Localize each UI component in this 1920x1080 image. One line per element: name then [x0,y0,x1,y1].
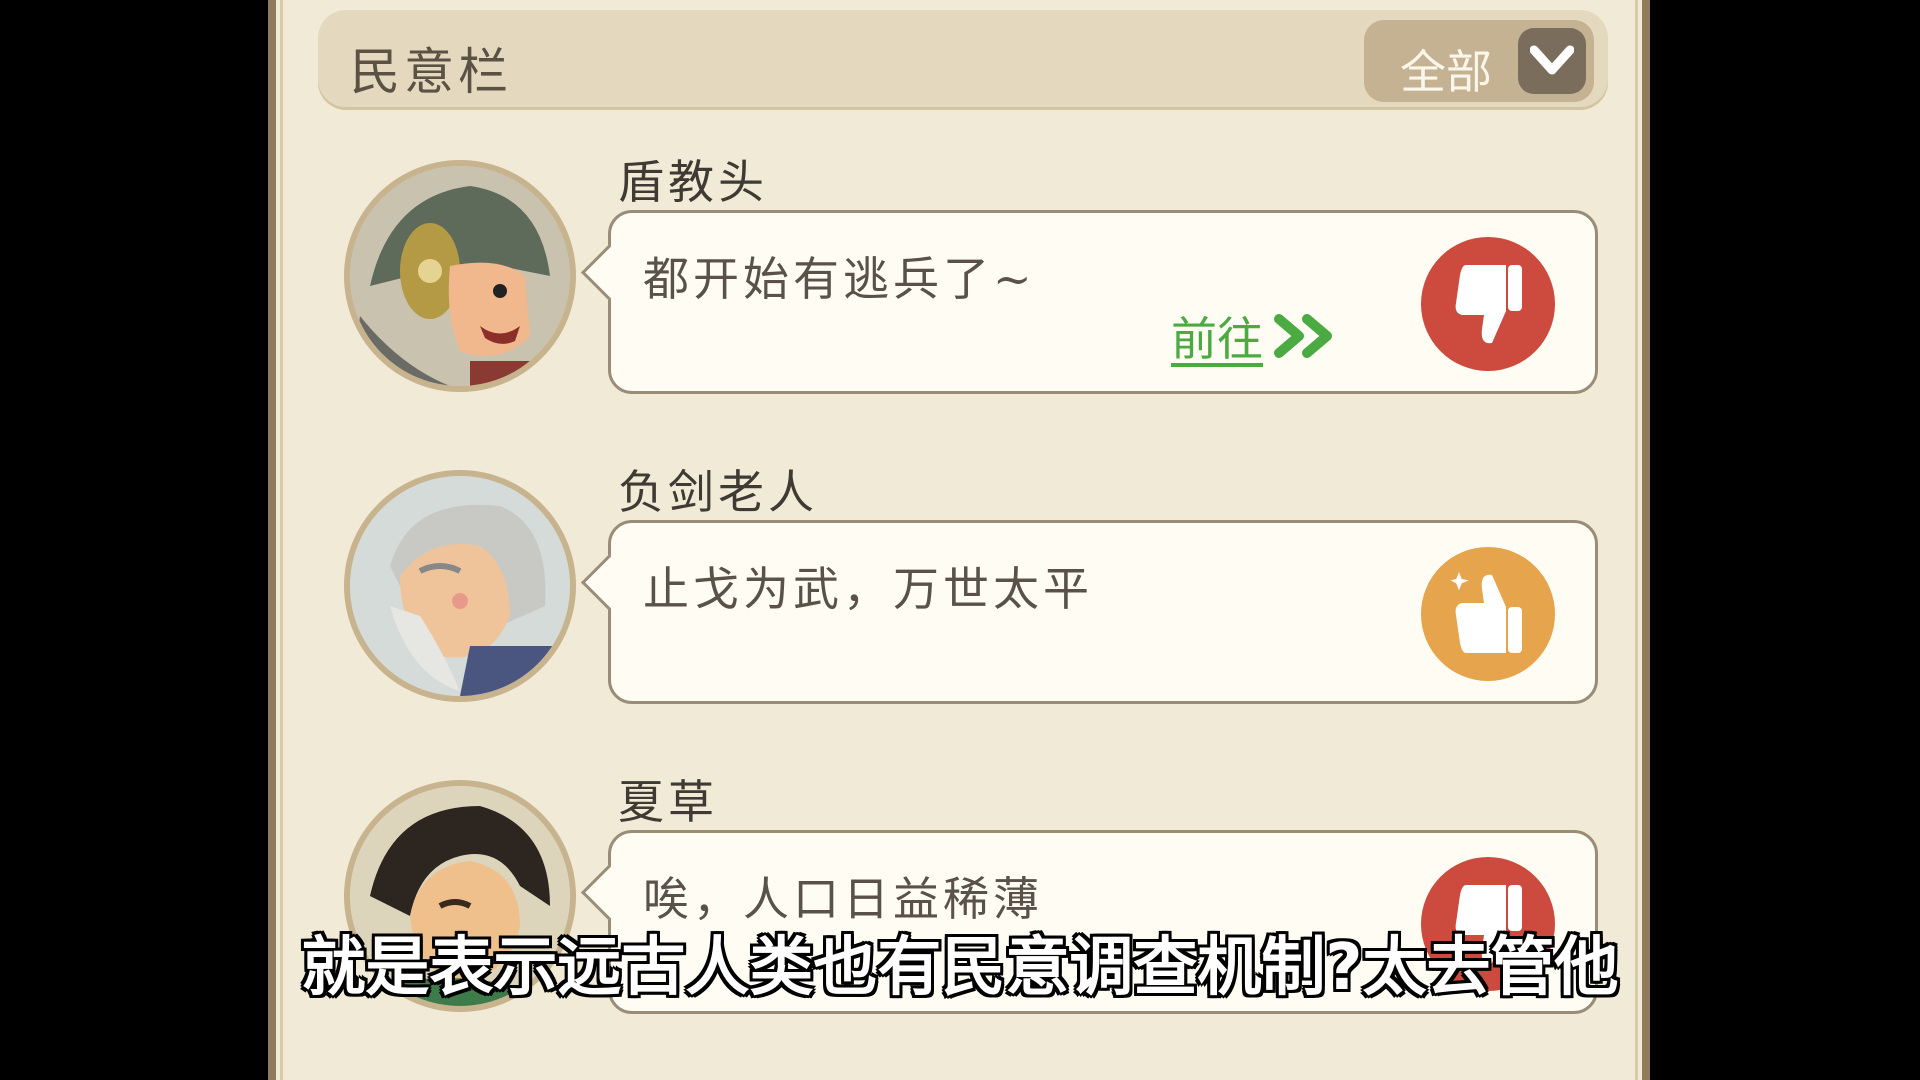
thumbs-down-icon [1455,265,1522,344]
speaker-name: 负剑老人 [618,465,818,519]
avatar[interactable] [344,160,576,392]
video-subtitle: 就是表示远古人类也有民意调查机制?太去管他 [301,931,1619,1005]
filter-label: 全部 [1400,45,1492,99]
speech-bubble: 止戈为武，万世太平 [580,520,1598,704]
old-swordsman-portrait-icon [350,476,570,696]
opinion-entry: 盾教头 都开始有逃兵了~ 前往 [276,150,1658,450]
message-text: 止戈为武，万世太平 [643,562,1093,616]
speaker-name: 盾教头 [618,155,768,209]
panel-header: 民意栏 全部 [318,10,1608,110]
avatar[interactable] [344,470,576,702]
thumbs-up-button[interactable] [1421,547,1555,681]
thumbs-up-icon [1450,572,1522,653]
goto-label[interactable]: 前往 [1171,303,1263,369]
speaker-name: 夏草 [618,775,718,829]
thumbs-down-button[interactable] [1421,237,1555,371]
chevron-down-icon[interactable] [1518,28,1586,94]
speech-bubble: 都开始有逃兵了~ 前往 [580,210,1598,394]
filter-dropdown[interactable]: 全部 [1364,20,1594,102]
shield-captain-portrait-icon [350,166,570,386]
opinion-entry: 负剑老人 止戈为武，万世太平 [276,460,1658,760]
double-chevron-right-icon [1274,314,1332,358]
message-text: 都开始有逃兵了~ [643,252,1036,306]
panel-title: 民意栏 [350,43,512,101]
goto-link[interactable]: 前往 [1171,303,1343,369]
